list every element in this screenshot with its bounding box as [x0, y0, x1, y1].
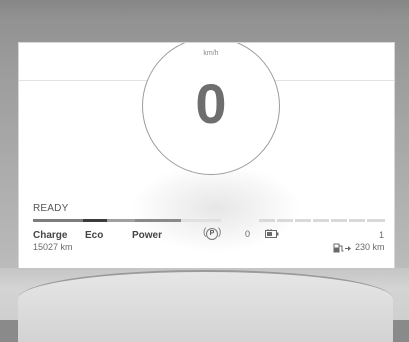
- speed-unit: km/h: [203, 50, 219, 57]
- range-segment: [331, 219, 347, 222]
- speedometer-dial: km/h 0: [142, 43, 280, 175]
- odometer: 15027 km: [33, 242, 73, 252]
- power-segment-1: [107, 219, 135, 222]
- range-segment: [295, 219, 311, 222]
- park-indicator: ( P ): [203, 227, 222, 240]
- power-segment-2: [135, 219, 181, 222]
- range-right-value: 1: [379, 230, 385, 240]
- park-icon: P: [206, 228, 218, 240]
- power-label: Power: [132, 230, 163, 241]
- range-km: 230 km: [355, 242, 385, 252]
- range-segment: [367, 219, 385, 222]
- range-segment: [313, 219, 329, 222]
- charge-segment: [33, 219, 83, 222]
- top-bezel-strip: [0, 0, 409, 24]
- power-segment-3: [181, 219, 221, 222]
- range-segment: [277, 219, 293, 222]
- range-segment: [259, 219, 275, 222]
- fuel-pump-icon: [333, 243, 351, 253]
- instrument-display: km/h 0 READY Charge Eco Power 15027 km (…: [18, 42, 395, 270]
- gear-value: 0: [245, 229, 251, 239]
- steering-column-arch: [18, 270, 393, 342]
- charge-label: Charge: [33, 230, 68, 241]
- speed-value: 0: [195, 72, 227, 135]
- range-segment: [349, 219, 365, 222]
- battery-plug-icon: [265, 229, 279, 238]
- ready-status: READY: [33, 203, 69, 214]
- park-bracket-right: ): [218, 227, 222, 238]
- eco-segment: [83, 219, 107, 222]
- eco-label: Eco: [85, 230, 104, 241]
